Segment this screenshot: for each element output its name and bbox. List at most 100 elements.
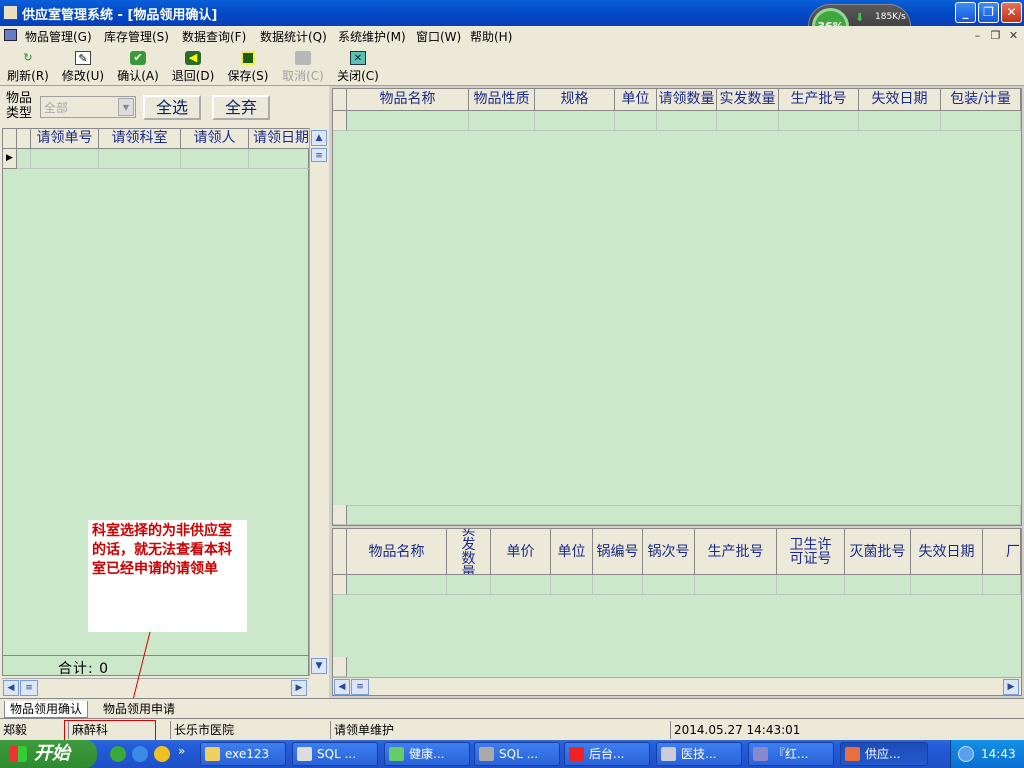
col-header-req-dept[interactable]: 请领科室 (99, 129, 181, 149)
col-header-requester[interactable]: 请领人 (181, 129, 249, 149)
col-header-batch-no[interactable]: 生产批号 (695, 529, 777, 575)
table-cell[interactable] (551, 575, 593, 595)
col-header-manufacturer[interactable]: 厂 (983, 529, 1021, 575)
refresh-button[interactable]: ↻ 刷新(R) (3, 50, 53, 84)
scroll-down-icon[interactable]: ▼ (311, 658, 327, 674)
maximize-button[interactable]: ❐ (978, 2, 999, 23)
col-header-request-qty[interactable]: 请领数量 (657, 89, 717, 111)
start-button[interactable]: 开始 (0, 740, 97, 768)
hscroll-thumb[interactable]: ≡ (20, 680, 38, 696)
col-header-sterilize-batch[interactable]: 灭菌批号 (845, 529, 911, 575)
table-cell[interactable] (181, 149, 249, 169)
menu-item-stats[interactable]: 数据统计(Q) (260, 28, 327, 45)
mdi-restore-button[interactable]: ❐ (988, 29, 1003, 43)
table-cell[interactable] (347, 575, 447, 595)
col-header-item-name[interactable]: 物品名称 (347, 529, 447, 575)
minimize-button[interactable]: _ (955, 2, 976, 23)
tab-goods-request[interactable]: 物品领用申请 (98, 701, 180, 718)
task-folder[interactable]: exe123 (200, 742, 286, 766)
scroll-left-icon[interactable]: ◀ (3, 680, 19, 696)
table-cell[interactable] (99, 149, 181, 169)
task-health[interactable]: 健康... (384, 742, 470, 766)
table-cell[interactable] (249, 149, 311, 169)
left-horizontal-scrollbar[interactable]: ◀ ≡ ▶ (2, 678, 309, 696)
quicklaunch-browser-icon[interactable] (110, 746, 126, 762)
table-cell[interactable] (657, 111, 717, 131)
scroll-right-icon[interactable]: ▶ (1003, 679, 1019, 695)
col-header-expiry-date[interactable]: 失效日期 (859, 89, 941, 111)
return-button[interactable]: ◀ 退回(D) (168, 50, 218, 84)
scroll-up-icon[interactable]: ▲ (311, 130, 327, 146)
col-header-expiry-date[interactable]: 失效日期 (911, 529, 983, 575)
task-red[interactable]: 『红... (748, 742, 834, 766)
col-header-batch-no[interactable]: 生产批号 (779, 89, 859, 111)
cancel-button[interactable]: ​ 取消(C) (278, 50, 328, 84)
table-cell[interactable] (777, 575, 845, 595)
save-button[interactable]: ​ 保存(S) (223, 50, 273, 84)
mdi-minimize-button[interactable]: – (970, 29, 985, 43)
quicklaunch-qq-icon[interactable] (154, 746, 170, 762)
task-sql-2[interactable]: SQL ... (474, 742, 560, 766)
menu-item-query[interactable]: 数据查询(F) (182, 28, 246, 45)
request-detail-grid[interactable]: 物品名称 物品性质 规格 单位 请领数量 实发数量 生产批号 失效日期 包装/计… (332, 88, 1022, 526)
confirm-button[interactable]: ✔ 确认(A) (113, 50, 163, 84)
table-cell[interactable] (983, 575, 1021, 595)
select-all-button[interactable]: 全选 (143, 95, 201, 120)
table-cell[interactable] (643, 575, 695, 595)
table-cell[interactable] (593, 575, 643, 595)
table-cell[interactable] (491, 575, 551, 595)
table-cell[interactable] (447, 575, 491, 595)
scroll-right-icon[interactable]: ▶ (291, 680, 307, 696)
col-header-spec[interactable]: 规格 (535, 89, 615, 111)
table-cell[interactable] (859, 111, 941, 131)
row-indicator[interactable] (333, 575, 347, 595)
tray-expand-icon[interactable] (958, 746, 974, 762)
table-cell[interactable] (535, 111, 615, 131)
task-backend[interactable]: 后台... (564, 742, 650, 766)
col-header-issued-qty[interactable]: 实发数量 (447, 529, 491, 575)
quicklaunch-expand-icon[interactable]: » (178, 744, 185, 758)
menu-item-goods[interactable]: 物品管理(G) (25, 28, 92, 45)
hscroll-thumb[interactable]: ≡ (351, 679, 369, 695)
table-cell[interactable] (17, 149, 31, 169)
goods-type-select[interactable]: 全部 ▼ (40, 96, 136, 118)
row-pointer-icon[interactable]: ▶ (3, 149, 17, 169)
table-cell[interactable] (717, 111, 779, 131)
col-header-pot-cycle[interactable]: 锅次号 (643, 529, 695, 575)
col-header-license-no[interactable]: 卫生许可证号 (777, 529, 845, 575)
issue-detail-grid[interactable]: 物品名称 实发数量 单价 单位 锅编号 锅次号 生产批号 卫生许可证号 灭菌批号… (332, 528, 1022, 696)
col-header-req-no[interactable]: 请领单号 (31, 129, 99, 149)
quicklaunch-ie-icon[interactable] (132, 746, 148, 762)
col-header-unit[interactable]: 单位 (551, 529, 593, 575)
table-cell[interactable] (911, 575, 983, 595)
mdi-close-button[interactable]: ✕ (1006, 29, 1021, 43)
col-header-pot-no[interactable]: 锅编号 (593, 529, 643, 575)
mdi-child-icon[interactable] (4, 29, 17, 41)
task-sql-1[interactable]: SQL ... (292, 742, 378, 766)
table-cell[interactable] (941, 111, 1021, 131)
table-cell[interactable] (469, 111, 535, 131)
right-horizontal-scrollbar[interactable]: ◀ ≡ ▶ (333, 677, 1021, 695)
task-supply[interactable]: 供应... (840, 742, 928, 766)
table-cell[interactable] (695, 575, 777, 595)
tab-goods-confirm[interactable]: 物品领用确认 (4, 701, 89, 718)
table-cell[interactable] (347, 111, 469, 131)
close-button[interactable]: ✕ (1001, 2, 1022, 23)
scroll-left-icon[interactable]: ◀ (334, 679, 350, 695)
menu-item-maintenance[interactable]: 系统维护(M) (338, 28, 406, 45)
col-header-issued-qty[interactable]: 实发数量 (717, 89, 779, 111)
row-indicator[interactable] (333, 111, 347, 131)
col-header-unit[interactable]: 单位 (615, 89, 657, 111)
table-cell[interactable] (615, 111, 657, 131)
scroll-thumb[interactable]: ≡ (311, 148, 327, 162)
table-cell[interactable] (845, 575, 911, 595)
modify-button[interactable]: ✎ 修改(U) (58, 50, 108, 84)
menu-item-help[interactable]: 帮助(H) (470, 28, 512, 45)
col-header-item-name[interactable]: 物品名称 (347, 89, 469, 111)
table-cell[interactable] (31, 149, 99, 169)
menu-item-stock[interactable]: 库存管理(S) (104, 28, 169, 45)
task-medtech[interactable]: 医技... (656, 742, 742, 766)
col-header-unit-price[interactable]: 单价 (491, 529, 551, 575)
col-header-req-date[interactable]: 请领日期 (249, 129, 311, 149)
col-header-item-nature[interactable]: 物品性质 (469, 89, 535, 111)
